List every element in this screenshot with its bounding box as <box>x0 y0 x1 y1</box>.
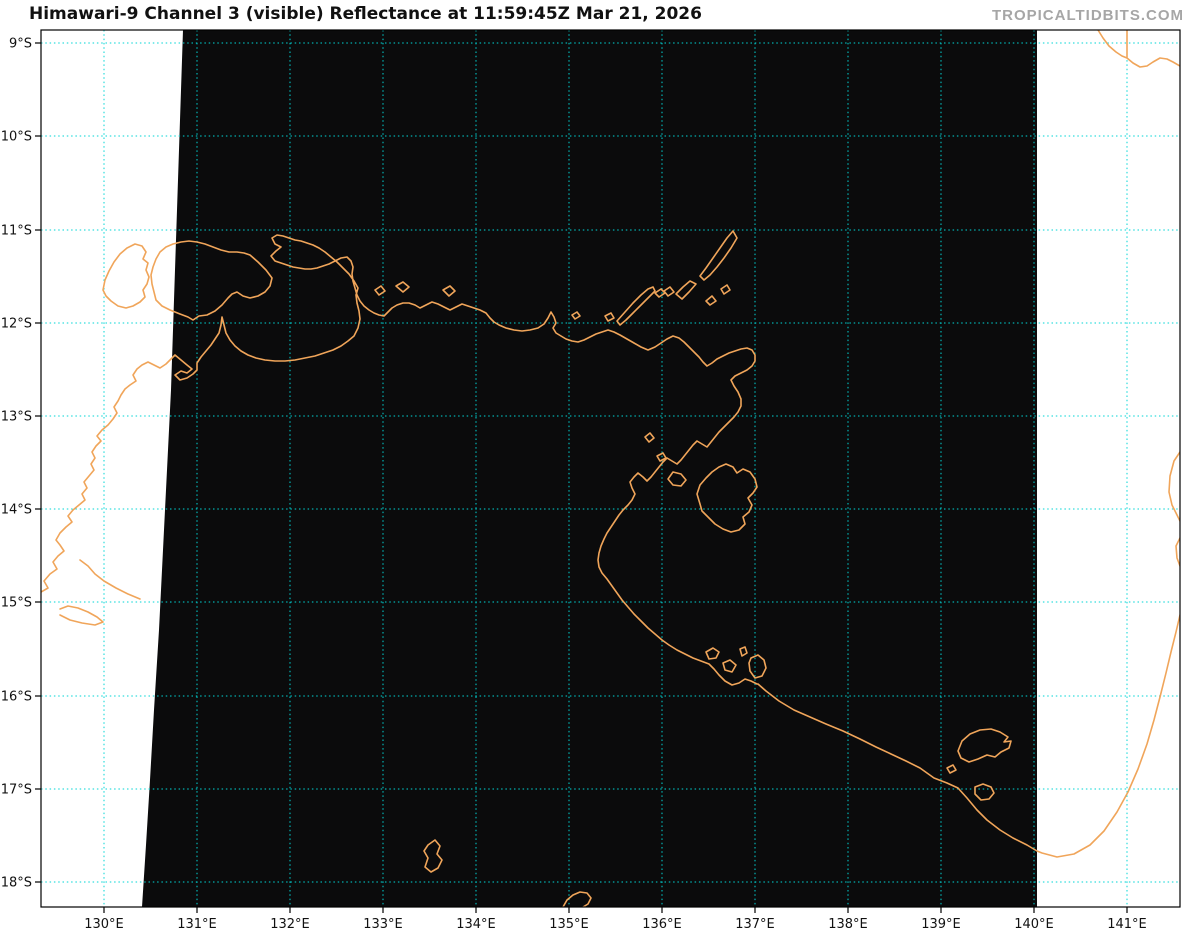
lon-label: 141°E <box>1107 917 1147 929</box>
lon-label: 140°E <box>1014 917 1054 929</box>
lat-label: 16°S <box>1 690 32 705</box>
lon-label: 136°E <box>642 917 682 929</box>
lat-label: 10°S <box>1 130 32 145</box>
lon-label: 138°E <box>828 917 868 929</box>
satellite-data-region <box>142 30 1037 907</box>
lat-label: 9°S <box>9 37 32 52</box>
lat-label: 12°S <box>1 317 32 332</box>
lon-label: 135°E <box>549 917 589 929</box>
lon-label: 134°E <box>456 917 496 929</box>
lat-label: 13°S <box>1 410 32 425</box>
app-root: Himawari-9 Channel 3 (visible) Reflectan… <box>0 0 1200 929</box>
lon-label: 133°E <box>363 917 403 929</box>
lon-label: 130°E <box>84 917 124 929</box>
lat-label: 18°S <box>1 876 32 891</box>
lon-label: 131°E <box>177 917 217 929</box>
lat-label: 11°S <box>1 224 32 239</box>
lat-label: 14°S <box>1 503 32 518</box>
lon-label: 139°E <box>921 917 961 929</box>
lon-label: 132°E <box>270 917 310 929</box>
satellite-map-image[interactable]: 9°S 10°S 11°S 12°S 13°S 14°S 15°S 16°S 17°S 18°S 1… <box>0 0 1200 929</box>
lat-label: 17°S <box>1 783 32 798</box>
lat-label: 15°S <box>1 596 32 611</box>
lon-label: 137°E <box>735 917 775 929</box>
